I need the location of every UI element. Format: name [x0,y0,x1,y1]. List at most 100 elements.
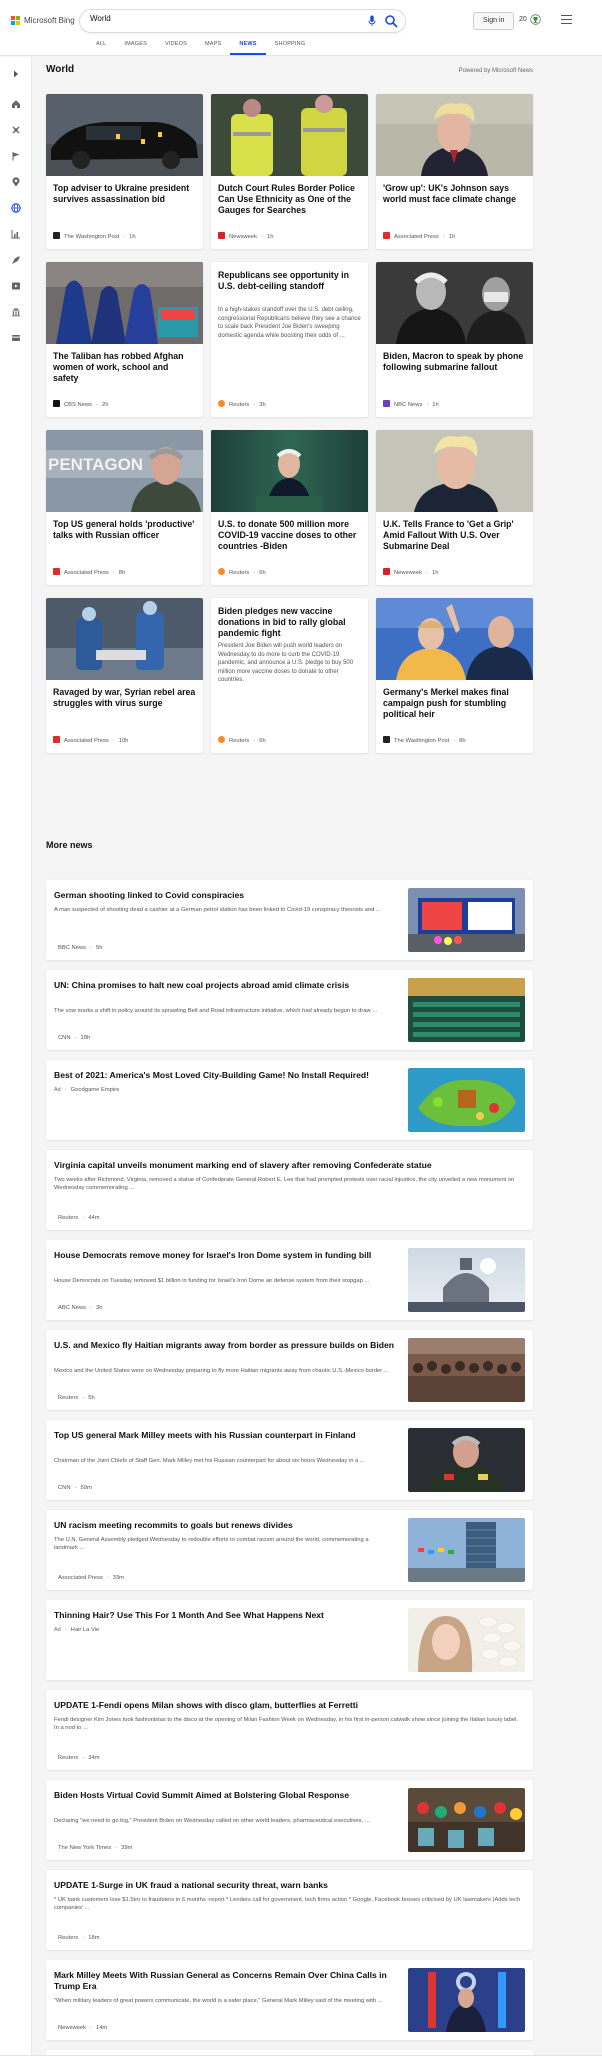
news-item-title[interactable]: UN: China promises to halt new coal proj… [54,980,394,991]
source-name[interactable]: Reuters [229,402,249,408]
film-icon[interactable] [11,281,21,291]
source-name[interactable]: The Washington Post [64,234,119,240]
news-card[interactable]: Dutch Court Rules Border Police Can Use … [211,94,368,249]
news-card-image[interactable] [376,262,533,344]
news-item-title[interactable]: Virginia capital unveils monument markin… [54,1160,524,1171]
news-card[interactable]: Germany's Merkel makes final campaign pu… [376,598,533,753]
source-name[interactable]: Associated Press [394,234,439,240]
source-name[interactable]: Reuters [58,1935,78,1941]
news-card[interactable]: 'Grow up': UK's Johnson says world must … [376,94,533,249]
news-card[interactable]: Ravaged by war, Syrian rebel area strugg… [46,598,203,753]
powered-by[interactable]: Powered by Microsoft News [459,68,533,74]
news-card[interactable]: U.S. to donate 500 million more COVID-19… [211,430,368,585]
chart-icon[interactable] [11,229,21,239]
news-list-item[interactable]: UPDATE 1-Surge in UK fraud a national se… [46,1870,533,1950]
source-name[interactable]: Newsweek [394,570,422,576]
ad-list-item[interactable]: Best of 2021: America's Most Loved City-… [46,1060,533,1140]
home-icon[interactable] [11,99,21,109]
news-item-thumbnail[interactable] [408,1248,525,1312]
source-name[interactable]: Reuters [58,1395,78,1401]
news-card-title[interactable]: Ravaged by war, Syrian rebel area strugg… [53,687,196,709]
search-box[interactable] [80,10,405,32]
source-name[interactable]: Goodgame Empire [71,1087,120,1093]
news-card[interactable]: Top adviser to Ukraine president survive… [46,94,203,249]
puzzle-icon[interactable] [11,125,21,135]
news-list-item[interactable]: House Democrats remove money for Israel'… [46,1240,533,1320]
news-card-title[interactable]: Top US general holds 'productive' talks … [53,519,196,541]
rewards-button[interactable]: 20 [519,14,541,25]
news-card[interactable]: PENTAGON Top US general holds 'productive… [46,430,203,585]
bing-logo[interactable]: Microsoft Bing [11,16,75,25]
news-item-title[interactable]: German shooting linked to Covid conspira… [54,890,394,901]
hamburger-menu-icon[interactable] [561,15,572,25]
news-card-title[interactable]: The Taliban has robbed Afghan women of w… [53,351,196,385]
news-card-title[interactable]: Biden, Macron to speak by phone followin… [383,351,526,373]
news-card[interactable]: Biden pledges new vaccine donations in b… [211,598,368,753]
tab-images[interactable]: IMAGES [115,41,156,55]
news-card-title[interactable]: Dutch Court Rules Border Police Can Use … [218,183,361,217]
news-item-title[interactable]: Best of 2021: America's Most Loved City-… [54,1070,394,1081]
news-item-thumbnail[interactable] [408,1518,525,1582]
news-item-title[interactable]: Thinning Hair? Use This For 1 Month And … [54,1610,394,1621]
news-card-image[interactable]: PENTAGON [46,430,203,512]
news-list-item[interactable]: Biden Hosts Virtual Covid Summit Aimed a… [46,1780,533,1860]
news-card-title[interactable]: Biden pledges new vaccine donations in b… [218,606,361,640]
news-card-title[interactable]: Top adviser to Ukraine president survive… [53,183,196,205]
news-list-item[interactable]: Top US general Mark Milley meets with hi… [46,1420,533,1500]
source-name[interactable]: Reuters [229,738,249,744]
location-pin-icon[interactable] [11,177,21,187]
news-item-thumbnail[interactable] [408,1968,525,2032]
news-card-image[interactable] [376,94,533,176]
tab-all[interactable]: ALL [87,41,115,55]
card-icon[interactable] [11,333,21,343]
news-item-title[interactable]: Mark Milley Meets With Russian General a… [54,1970,394,1992]
news-item-title[interactable]: UPDATE 1-Fendi opens Milan shows with di… [54,1700,524,1711]
news-card-image[interactable] [211,430,368,512]
news-card-image[interactable] [376,430,533,512]
source-name[interactable]: ABC News [58,1305,86,1311]
source-name[interactable]: Reuters [58,1215,78,1221]
source-name[interactable]: CBS News [64,402,92,408]
news-item-thumbnail[interactable] [408,978,525,1042]
news-card[interactable]: Biden, Macron to speak by phone followin… [376,262,533,417]
news-card-image[interactable] [46,598,203,680]
news-item-title[interactable]: U.S. and Mexico fly Haitian migrants awa… [54,1340,394,1351]
rocket-icon[interactable] [11,255,21,265]
source-name[interactable]: Reuters [229,570,249,576]
news-card-image[interactable] [211,94,368,176]
source-name[interactable]: CNN [58,1485,71,1491]
news-card-image[interactable] [46,94,203,176]
news-card-title[interactable]: Republicans see opportunity in U.S. debt… [218,270,361,292]
tab-maps[interactable]: MAPS [196,41,230,55]
source-name[interactable]: The New York Times [58,1845,111,1851]
news-item-thumbnail[interactable] [408,1338,525,1402]
source-name[interactable]: Newsweek [229,234,257,240]
news-list-item[interactable]: Virginia capital unveils monument markin… [46,1150,533,1230]
news-list-item[interactable]: UN racism meeting recommits to goals but… [46,1510,533,1590]
news-item-thumbnail[interactable] [408,1068,525,1132]
source-name[interactable]: Newsweek [58,2025,86,2031]
source-name[interactable]: NBC News [394,402,422,408]
news-item-title[interactable]: UN racism meeting recommits to goals but… [54,1520,394,1531]
tab-shopping[interactable]: SHOPPING [266,41,315,55]
news-list-item[interactable]: UN: China promises to halt new coal proj… [46,970,533,1050]
news-card[interactable]: Republicans see opportunity in U.S. debt… [211,262,368,417]
search-input[interactable] [90,14,340,23]
source-name[interactable]: CNN [58,1035,71,1041]
news-item-thumbnail[interactable] [408,1428,525,1492]
news-list-item[interactable]: U.S. and Mexico fly Haitian migrants awa… [46,1330,533,1410]
tab-videos[interactable]: VIDEOS [156,41,196,55]
news-card-title[interactable]: 'Grow up': UK's Johnson says world must … [383,183,526,205]
news-list-item[interactable]: UPDATE 1-Fendi opens Milan shows with di… [46,1690,533,1770]
news-card-title[interactable]: Germany's Merkel makes final campaign pu… [383,687,526,721]
news-list-item[interactable]: German shooting linked to Covid conspira… [46,880,533,960]
news-item-thumbnail[interactable] [408,1788,525,1852]
source-name[interactable]: Associated Press [64,570,109,576]
microphone-icon[interactable] [368,15,376,27]
news-card[interactable]: The Taliban has robbed Afghan women of w… [46,262,203,417]
search-icon[interactable] [384,14,398,28]
news-card-image[interactable] [376,598,533,680]
source-name[interactable]: Associated Press [58,1575,103,1581]
news-card-title[interactable]: U.S. to donate 500 million more COVID-19… [218,519,361,553]
news-item-thumbnail[interactable] [408,888,525,952]
